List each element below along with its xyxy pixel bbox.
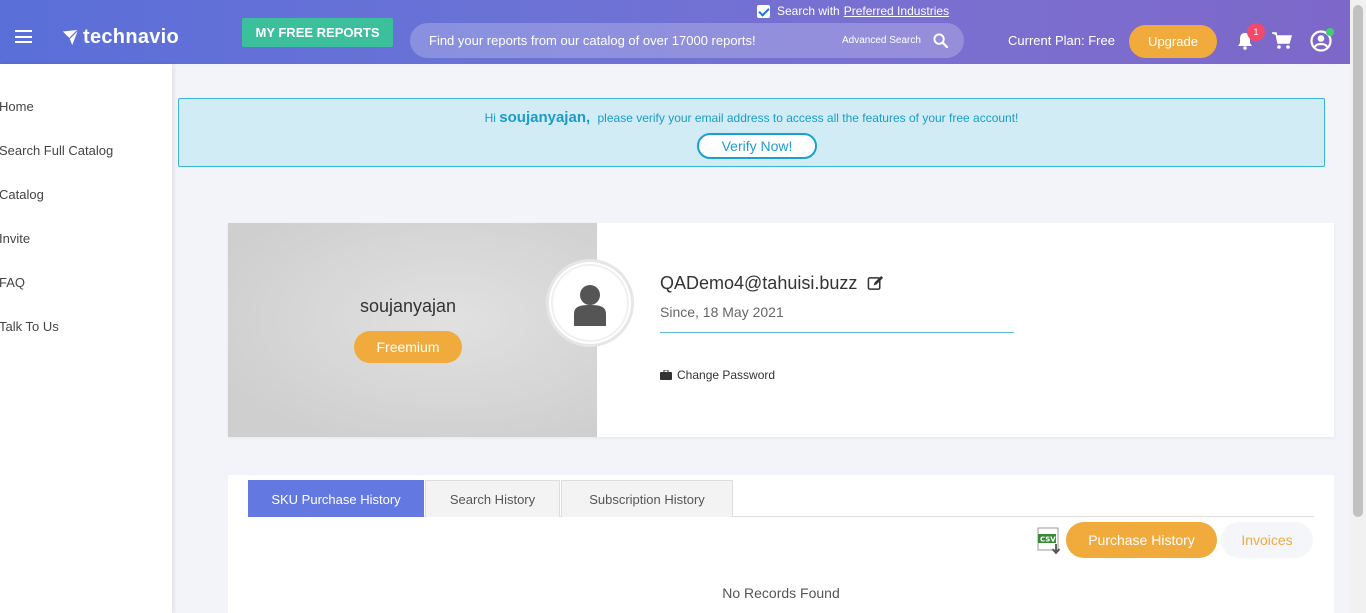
alert-username: soujanyajan, — [499, 109, 591, 126]
profile-username: soujanyajan — [359, 296, 457, 316]
profile-divider — [660, 332, 1014, 333]
tab-search-history[interactable]: Search History — [425, 480, 560, 517]
avatar — [546, 259, 634, 347]
tab-subscription-history[interactable]: Subscription History — [561, 480, 733, 517]
page-scrollbar[interactable] — [1350, 0, 1366, 613]
upgrade-button[interactable]: Upgrade — [1129, 25, 1217, 58]
online-status-dot — [1326, 28, 1334, 36]
sidebar-item-invite[interactable]: Invite — [0, 231, 30, 246]
hamburger-menu-icon[interactable] — [15, 30, 32, 43]
plan-tier-badge: Freemium — [354, 331, 462, 363]
profile-banner: soujanyajan Freemium — [228, 223, 597, 437]
cart-icon[interactable] — [1272, 32, 1292, 50]
history-card: SKU Purchase History Search History Subs… — [228, 475, 1334, 613]
change-password-link[interactable]: Change Password — [660, 368, 775, 382]
sidebar-item-talk-to-us[interactable]: Talk To Us — [0, 319, 59, 334]
search-icon[interactable] — [933, 33, 948, 48]
scrollbar-thumb[interactable] — [1353, 5, 1363, 517]
no-records-message: No Records Found — [722, 585, 840, 601]
change-password-label[interactable]: Change Password — [677, 368, 775, 382]
profile-card: soujanyajan Freemium QADemo4@tahuisi.buz… — [228, 223, 1334, 437]
edit-icon[interactable] — [867, 275, 884, 292]
email-text: QADemo4@tahuisi.buzz — [660, 273, 858, 293]
profile-email: QADemo4@tahuisi.buzz — [660, 273, 884, 294]
logo-text: technavio — [83, 26, 180, 48]
purchase-history-button[interactable]: Purchase History — [1066, 522, 1217, 558]
sidebar-item-home[interactable]: Home — [0, 99, 34, 114]
sidebar: Home Search Full Catalog Catalog Invite … — [0, 64, 172, 613]
preferred-industries-link[interactable]: Preferred Industries — [844, 4, 949, 18]
default-user-avatar-icon — [551, 264, 629, 342]
sidebar-item-search-full-catalog[interactable]: Search Full Catalog — [0, 143, 113, 158]
current-plan-text: Current Plan: Free — [1008, 33, 1115, 48]
catalog-search-input[interactable]: Find your reports from our catalog of ov… — [410, 23, 964, 58]
sidebar-item-catalog[interactable]: Catalog — [0, 187, 44, 202]
advanced-search-link[interactable]: Advanced Search — [842, 35, 921, 46]
csv-download-icon[interactable]: CSV — [1036, 527, 1064, 555]
preferred-checkbox[interactable] — [757, 4, 770, 18]
my-free-reports-button[interactable]: MY FREE REPORTS — [242, 18, 393, 47]
history-tabs: SKU Purchase History Search History Subs… — [248, 480, 1314, 517]
technavio-logo[interactable]: technavio — [62, 26, 179, 49]
alert-message: please verify your email address to acce… — [597, 111, 1019, 125]
search-placeholder: Find your reports from our catalog of ov… — [429, 33, 756, 48]
csv-icon-label: CSV — [1040, 536, 1056, 544]
preferred-prefix: Search with — [777, 4, 840, 18]
invoices-button[interactable]: Invoices — [1221, 522, 1313, 558]
sidebar-item-faq[interactable]: FAQ — [0, 275, 25, 290]
member-since: Since, 18 May 2021 — [660, 304, 784, 320]
preferred-industries-toggle[interactable]: Search with Preferred Industries — [757, 4, 949, 18]
tab-sku-purchase-history[interactable]: SKU Purchase History — [248, 480, 424, 517]
alert-message-line: Hi soujanyajan, please verify your email… — [179, 109, 1324, 126]
briefcase-icon — [660, 370, 672, 380]
notification-count-badge: 1 — [1247, 23, 1265, 41]
verify-now-button[interactable]: Verify Now! — [697, 133, 817, 159]
alert-greeting: Hi — [484, 111, 496, 125]
top-navigation-bar: technavio MY FREE REPORTS Search with Pr… — [0, 0, 1350, 64]
logo-paper-plane-icon — [62, 29, 79, 46]
verify-email-alert: Hi soujanyajan, please verify your email… — [178, 98, 1325, 167]
